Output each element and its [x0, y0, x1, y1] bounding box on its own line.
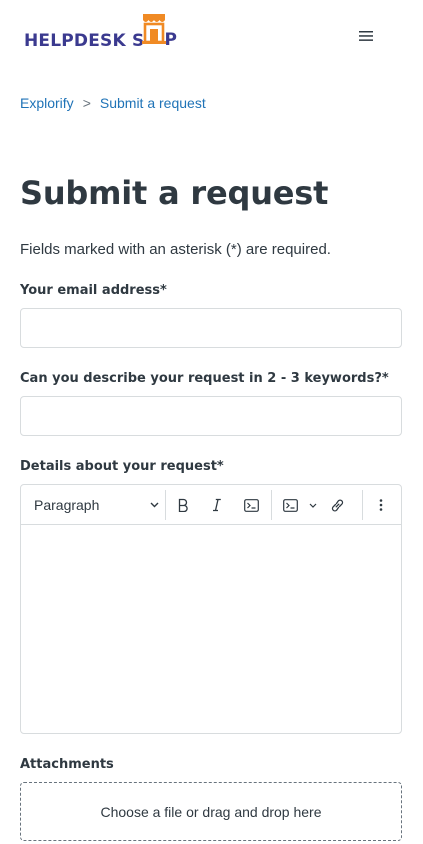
code-icon — [243, 498, 259, 512]
code-button[interactable] — [239, 485, 263, 525]
more-options-button[interactable] — [369, 485, 393, 525]
details-text-area[interactable] — [21, 526, 401, 733]
code-block-dropdown-button[interactable] — [279, 485, 321, 525]
italic-button[interactable] — [205, 485, 229, 525]
toolbar-divider — [271, 490, 272, 520]
chevron-down-icon — [150, 502, 159, 508]
link-button[interactable] — [325, 485, 349, 525]
keywords-label: Can you describe your request in 2 - 3 k… — [20, 371, 389, 386]
more-options-icon — [379, 499, 383, 511]
logo-text-left: HELPDESK S — [24, 31, 145, 51]
keywords-input[interactable] — [20, 396, 402, 436]
paragraph-format-select[interactable]: Paragraph — [34, 485, 159, 525]
page-title: Submit a request — [20, 174, 329, 212]
helpdesk-shop-logo[interactable]: HELPDESK S P — [24, 14, 177, 52]
chevron-down-icon — [309, 503, 317, 508]
breadcrumb-separator: > — [82, 95, 91, 111]
details-rich-text-editor: Paragraph — [20, 484, 402, 734]
shop-awning-logo-icon — [142, 14, 167, 52]
toolbar-divider — [362, 490, 363, 520]
breadcrumb-link-submit-request[interactable]: Submit a request — [100, 95, 206, 111]
paragraph-format-label: Paragraph — [34, 497, 100, 513]
italic-icon — [213, 498, 221, 512]
bold-icon — [178, 498, 188, 512]
email-input[interactable] — [20, 308, 402, 348]
hamburger-menu-button[interactable] — [355, 26, 377, 46]
site-header: HELPDESK S P — [0, 0, 423, 72]
link-icon — [331, 499, 343, 511]
breadcrumb-link-explorify[interactable]: Explorify — [20, 95, 74, 111]
editor-toolbar: Paragraph — [21, 485, 401, 525]
required-fields-note: Fields marked with an asterisk (*) are r… — [20, 241, 331, 258]
attachments-dropzone[interactable]: Choose a file or drag and drop here — [20, 782, 402, 841]
dropzone-text: Choose a file or drag and drop here — [100, 803, 322, 820]
logo-text-right: P — [164, 30, 177, 50]
attachments-label: Attachments — [20, 757, 114, 772]
toolbar-divider — [165, 490, 166, 520]
code-block-icon — [283, 498, 298, 512]
bold-button[interactable] — [171, 485, 195, 525]
email-label: Your email address* — [20, 283, 167, 298]
breadcrumb: Explorify > Submit a request — [20, 95, 206, 111]
details-label: Details about your request* — [20, 459, 224, 474]
hamburger-menu-icon — [359, 31, 373, 41]
